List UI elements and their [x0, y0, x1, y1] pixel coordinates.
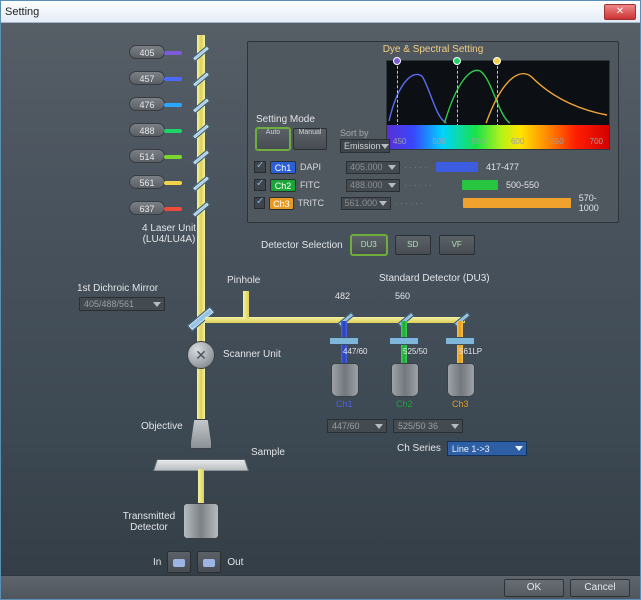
objective-icon — [190, 419, 212, 449]
ch2-range-bar[interactable] — [462, 180, 498, 190]
ch1-wavelength-dropdown[interactable]: 405.000 — [346, 161, 400, 174]
chevron-down-icon — [451, 424, 459, 429]
detector-sd-button[interactable]: SD — [395, 235, 431, 255]
ch1-dye: DAPI — [300, 162, 342, 172]
ch-series-label: Ch Series — [397, 443, 441, 454]
detector-ch1-label: Ch1 — [336, 399, 353, 409]
filter-label-2: 525/50 — [403, 347, 427, 356]
laser-476[interactable]: 476 — [129, 97, 165, 111]
transmitted-detector-icon — [183, 503, 219, 539]
laser-561[interactable]: 561 — [129, 175, 165, 189]
ch1-badge: Ch1 — [270, 161, 296, 174]
chevron-down-icon — [515, 446, 523, 451]
filter-icon — [389, 337, 419, 345]
ch2-wavelength-dropdown[interactable]: 488.000 — [346, 179, 400, 192]
dye-panel-title: Dye & Spectral Setting — [248, 44, 618, 55]
sample-label: Sample — [251, 447, 285, 458]
setting-mode: Setting Mode Auto Manual — [256, 114, 327, 150]
mode-manual-button[interactable]: Manual — [293, 128, 327, 150]
detector-ch3-label: Ch3 — [452, 399, 469, 409]
ch2-dye: FITC — [300, 180, 342, 190]
ch1-range-bar[interactable] — [436, 162, 478, 172]
in-out-controls: In Out — [153, 551, 243, 573]
transmitted-detector-label: Transmitted Detector — [119, 511, 179, 533]
in-label: In — [153, 557, 161, 568]
filter-label-1: 447/60 — [343, 347, 367, 356]
scanner-label: Scanner Unit — [223, 349, 281, 360]
detector-vf-button[interactable]: VF — [439, 235, 475, 255]
laser-stack: 405 457 476 488 514 561 637 — [129, 45, 165, 227]
ch2-range: 500-550 — [506, 180, 539, 190]
filter-dropdown-2[interactable]: 525/50 36 — [393, 419, 463, 433]
detector-ch2-icon — [391, 363, 419, 397]
chevron-down-icon — [379, 201, 387, 206]
sort-dropdown[interactable]: Emission — [340, 139, 390, 153]
dye-spectral-panel: Dye & Spectral Setting 45050055060065070… — [247, 41, 619, 223]
objective-label: Objective — [141, 421, 183, 432]
checkbox-ch1[interactable] — [254, 161, 266, 173]
ch3-dye: TRITC — [298, 198, 337, 208]
ch-series: Ch Series Line 1->3 — [397, 441, 527, 456]
close-icon[interactable]: ✕ — [604, 4, 636, 20]
laser-405[interactable]: 405 — [129, 45, 165, 59]
filter-label-3: 561LP — [459, 347, 482, 356]
checkbox-ch2[interactable] — [254, 179, 266, 191]
detector-ch2-label: Ch2 — [396, 399, 413, 409]
spectrum-plot[interactable]: 450500550600650700 — [386, 60, 610, 150]
laser-637[interactable]: 637 — [129, 201, 165, 215]
channel-row-ch2: Ch2 FITC 488.000 ······· 500-550 — [254, 176, 614, 194]
cancel-button[interactable]: Cancel — [570, 579, 630, 597]
laser-514[interactable]: 514 — [129, 149, 165, 163]
beam-seg — [198, 469, 204, 505]
mode-auto-button[interactable]: Auto — [256, 128, 290, 150]
ch2-badge: Ch2 — [270, 179, 296, 192]
spectrum-ticks: 450500550600650700 — [387, 137, 609, 149]
dichroic-label: 1st Dichroic Mirror — [77, 283, 158, 294]
in-button[interactable] — [167, 551, 191, 573]
detector-du3-button[interactable]: DU3 — [351, 235, 387, 255]
ch3-range: 570-1000 — [579, 193, 614, 213]
dichroic-dropdown[interactable]: 405/488/561 — [79, 297, 165, 311]
filter-icon — [329, 337, 359, 345]
chevron-down-icon — [388, 183, 396, 188]
filter-icon — [445, 337, 475, 345]
ch3-wavelength-dropdown[interactable]: 561.000 — [341, 197, 391, 210]
standard-detector-title: Standard Detector (DU3) — [379, 273, 490, 284]
mirror-label-560: 560 — [395, 291, 410, 301]
laser-488[interactable]: 488 — [129, 123, 165, 137]
beam-seg — [243, 291, 249, 319]
content-area: 405 457 476 488 514 561 637 4 Laser Unit… — [1, 23, 640, 575]
pinhole-label: Pinhole — [227, 275, 260, 286]
detector-ch3-icon — [447, 363, 475, 397]
checkbox-ch3[interactable] — [254, 197, 265, 209]
window-title: Setting — [5, 6, 39, 18]
spectrum-curves — [387, 61, 609, 127]
ch3-range-bar[interactable] — [463, 198, 571, 208]
detector-selection-label: Detector Selection — [261, 240, 343, 251]
chevron-down-icon — [388, 165, 396, 170]
channel-rows: Ch1 DAPI 405.000 ····· 417-477 Ch2 FITC … — [254, 158, 614, 212]
laser-457[interactable]: 457 — [129, 71, 165, 85]
scanner-unit-icon: ✕ — [187, 341, 215, 369]
detector-ch1-icon — [331, 363, 359, 397]
chevron-down-icon — [153, 302, 161, 307]
ch-series-dropdown[interactable]: Line 1->3 — [447, 441, 527, 456]
ok-button[interactable]: OK — [504, 579, 564, 597]
titlebar: Setting ✕ — [1, 1, 640, 23]
sort-by-label: Sort by — [340, 128, 369, 138]
out-label: Out — [227, 557, 243, 568]
filter-dropdown-1[interactable]: 447/60 — [327, 419, 387, 433]
detector-selection: Detector Selection DU3 SD VF — [261, 235, 475, 255]
channel-row-ch3: Ch3 TRITC 561.000 ········ 570-1000 — [254, 194, 614, 212]
channel-row-ch1: Ch1 DAPI 405.000 ····· 417-477 — [254, 158, 614, 176]
chevron-down-icon — [381, 144, 389, 149]
chevron-down-icon — [375, 424, 383, 429]
laser-unit-label: 4 Laser Unit (LU4/LU4A) — [119, 223, 219, 245]
mirror-label-482: 482 — [335, 291, 350, 301]
button-bar: OK Cancel — [1, 575, 640, 599]
ch3-badge: Ch3 — [269, 197, 293, 210]
ch1-range: 417-477 — [486, 162, 519, 172]
out-button[interactable] — [197, 551, 221, 573]
